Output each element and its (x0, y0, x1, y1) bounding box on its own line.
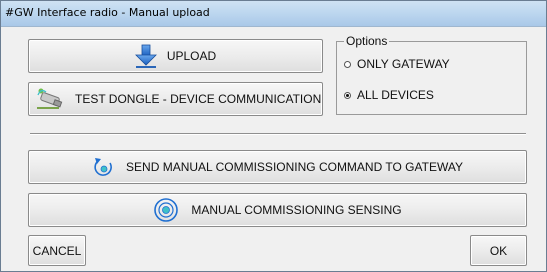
radio-only-gateway-label: ONLY GATEWAY (357, 57, 450, 71)
upload-button[interactable]: UPLOAD (28, 39, 323, 73)
upload-button-label: UPLOAD (166, 49, 217, 63)
window-title: #GW Interface radio - Manual upload (5, 6, 210, 19)
radio-all-devices[interactable]: ALL DEVICES (344, 88, 434, 102)
cancel-button[interactable]: CANCEL (28, 235, 86, 266)
radio-indicator[interactable] (344, 91, 351, 99)
ok-button[interactable]: OK (470, 235, 527, 266)
commissioning-sensing-label: MANUAL COMMISSIONING SENSING (191, 203, 402, 217)
radio-only-gateway[interactable]: ONLY GATEWAY (344, 57, 450, 71)
send-commissioning-label: SEND MANUAL COMMISSIONING COMMAND TO GAT… (126, 160, 463, 174)
dialog-window: #GW Interface radio - Manual upload UPLO… (0, 0, 547, 272)
options-groupbox (336, 41, 527, 115)
usb-dongle-icon (35, 86, 65, 112)
commissioning-sensing-button[interactable]: MANUAL COMMISSIONING SENSING (28, 193, 527, 227)
circular-arrow-icon (92, 155, 116, 179)
ok-button-label: OK (489, 243, 508, 258)
sensing-target-icon (153, 197, 179, 223)
test-dongle-button[interactable]: TEST DONGLE - DEVICE COMMUNICATION (28, 82, 323, 116)
options-legend: Options (344, 34, 390, 48)
radio-indicator[interactable] (344, 60, 351, 68)
send-commissioning-button[interactable]: SEND MANUAL COMMISSIONING COMMAND TO GAT… (28, 150, 527, 184)
separator (30, 133, 526, 135)
download-arrow-icon (134, 44, 157, 68)
title-bar[interactable]: #GW Interface radio - Manual upload (1, 1, 546, 27)
radio-all-devices-label: ALL DEVICES (357, 88, 434, 102)
cancel-button-label: CANCEL (32, 243, 82, 258)
test-dongle-button-label: TEST DONGLE - DEVICE COMMUNICATION (75, 92, 322, 106)
